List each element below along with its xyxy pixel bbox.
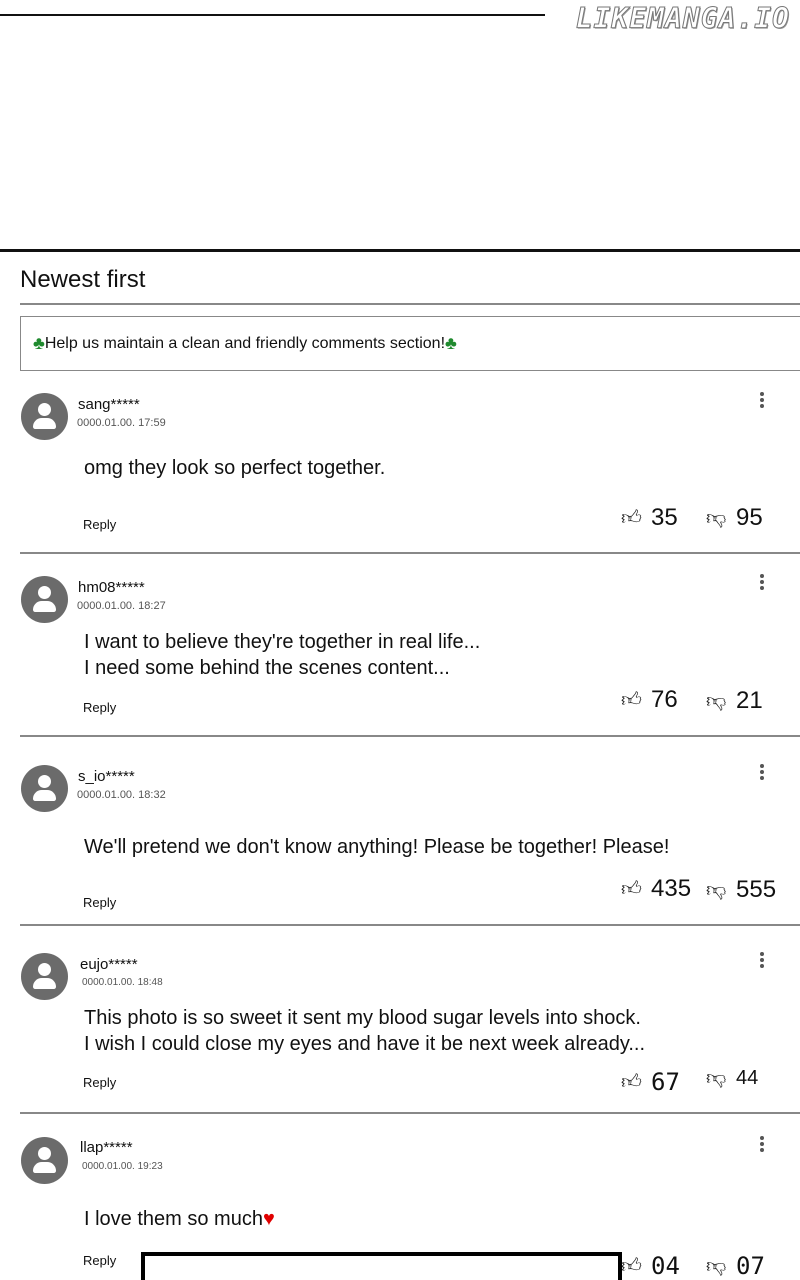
- like-button[interactable]: 👍︎ 04: [621, 1252, 680, 1280]
- divider: [20, 1112, 800, 1114]
- username: s_io*****: [78, 768, 135, 785]
- like-count: 435: [651, 875, 692, 902]
- like-button[interactable]: 👍︎ 435: [621, 875, 691, 903]
- divider: [20, 924, 800, 926]
- club-icon: ♣: [445, 333, 457, 353]
- like-button[interactable]: 👍︎ 67: [621, 1068, 680, 1096]
- thumbs-up-icon: 👍︎: [621, 878, 642, 900]
- notice-banner: ♣ Help us maintain a clean and friendly …: [20, 316, 800, 371]
- username: hm08*****: [78, 579, 145, 596]
- like-count: 67: [651, 1068, 680, 1096]
- sort-rule: [20, 303, 800, 305]
- dislike-count: 555: [736, 876, 777, 903]
- avatar: [21, 1137, 68, 1184]
- more-options-icon[interactable]: [757, 764, 767, 784]
- timestamp: 0000.01.00. 17:59: [77, 417, 166, 429]
- comment-text-value: I love them so much: [84, 1208, 263, 1230]
- sort-label[interactable]: Newest first: [20, 266, 145, 294]
- timestamp: 0000.01.00. 18:32: [77, 789, 166, 801]
- like-button[interactable]: 👍︎ 35: [621, 504, 678, 532]
- reply-button[interactable]: Reply: [83, 895, 116, 910]
- thumbs-up-icon: 👍︎: [621, 1071, 642, 1093]
- comment-text: I want to believe they're together in re…: [84, 631, 481, 679]
- timestamp: 0000.01.00. 18:27: [77, 600, 166, 612]
- username: llap*****: [80, 1139, 133, 1156]
- dislike-count: 44: [736, 1066, 759, 1089]
- comment-text: We'll pretend we don't know anything! Pl…: [84, 836, 670, 858]
- like-count: 76: [651, 686, 678, 713]
- dislike-count: 95: [736, 504, 763, 531]
- top-rule: [0, 14, 545, 16]
- comment-text: This photo is so sweet it sent my blood …: [84, 1007, 646, 1055]
- dislike-button[interactable]: 👎︎ 555: [706, 876, 776, 904]
- header-rule: [0, 249, 800, 252]
- dislike-count: 21: [736, 687, 763, 714]
- thumbs-up-icon: 👍︎: [621, 1255, 642, 1277]
- timestamp: 0000.01.00. 18:48: [82, 977, 163, 988]
- dislike-button[interactable]: 👎︎ 07: [706, 1252, 765, 1280]
- divider: [20, 552, 800, 554]
- comment-text: I love them so much♥: [84, 1206, 275, 1232]
- speech-box-frame: [141, 1252, 622, 1280]
- club-icon: ♣: [33, 333, 45, 353]
- dislike-button[interactable]: 👎︎ 21: [706, 687, 763, 715]
- dislike-button[interactable]: 👎︎ 95: [706, 504, 763, 532]
- notice-text: Help us maintain a clean and friendly co…: [44, 334, 446, 352]
- reply-button[interactable]: Reply: [83, 1253, 116, 1268]
- thumbs-down-icon: 👎︎: [706, 879, 727, 901]
- like-count: 35: [651, 504, 678, 531]
- more-options-icon[interactable]: [757, 574, 767, 594]
- reply-button[interactable]: Reply: [83, 517, 116, 532]
- dislike-count: 07: [736, 1252, 765, 1280]
- thumbs-down-icon: 👎︎: [706, 1255, 727, 1277]
- divider: [20, 735, 800, 737]
- avatar: [21, 953, 68, 1000]
- avatar: [21, 765, 68, 812]
- username: sang*****: [78, 396, 140, 413]
- thumbs-down-icon: 👎︎: [706, 690, 727, 712]
- dislike-button[interactable]: 👎︎ 44: [706, 1066, 758, 1090]
- thumbs-down-icon: 👎︎: [706, 1067, 727, 1089]
- more-options-icon[interactable]: [757, 952, 767, 972]
- comment-text: omg they look so perfect together.: [84, 457, 386, 479]
- reply-button[interactable]: Reply: [83, 1075, 116, 1090]
- more-options-icon[interactable]: [757, 1136, 767, 1156]
- more-options-icon[interactable]: [757, 392, 767, 412]
- thumbs-down-icon: 👎︎: [706, 507, 727, 529]
- like-count: 04: [651, 1252, 680, 1280]
- username: eujo*****: [80, 956, 138, 973]
- watermark: LIKEMANGA.IO: [575, 2, 790, 36]
- avatar: [21, 393, 68, 440]
- avatar: [21, 576, 68, 623]
- thumbs-up-icon: 👍︎: [621, 689, 642, 711]
- thumbs-up-icon: 👍︎: [621, 507, 642, 529]
- like-button[interactable]: 👍︎ 76: [621, 686, 678, 714]
- heart-icon: ♥: [262, 1208, 275, 1230]
- reply-button[interactable]: Reply: [83, 700, 116, 715]
- timestamp: 0000.01.00. 19:23: [82, 1161, 163, 1172]
